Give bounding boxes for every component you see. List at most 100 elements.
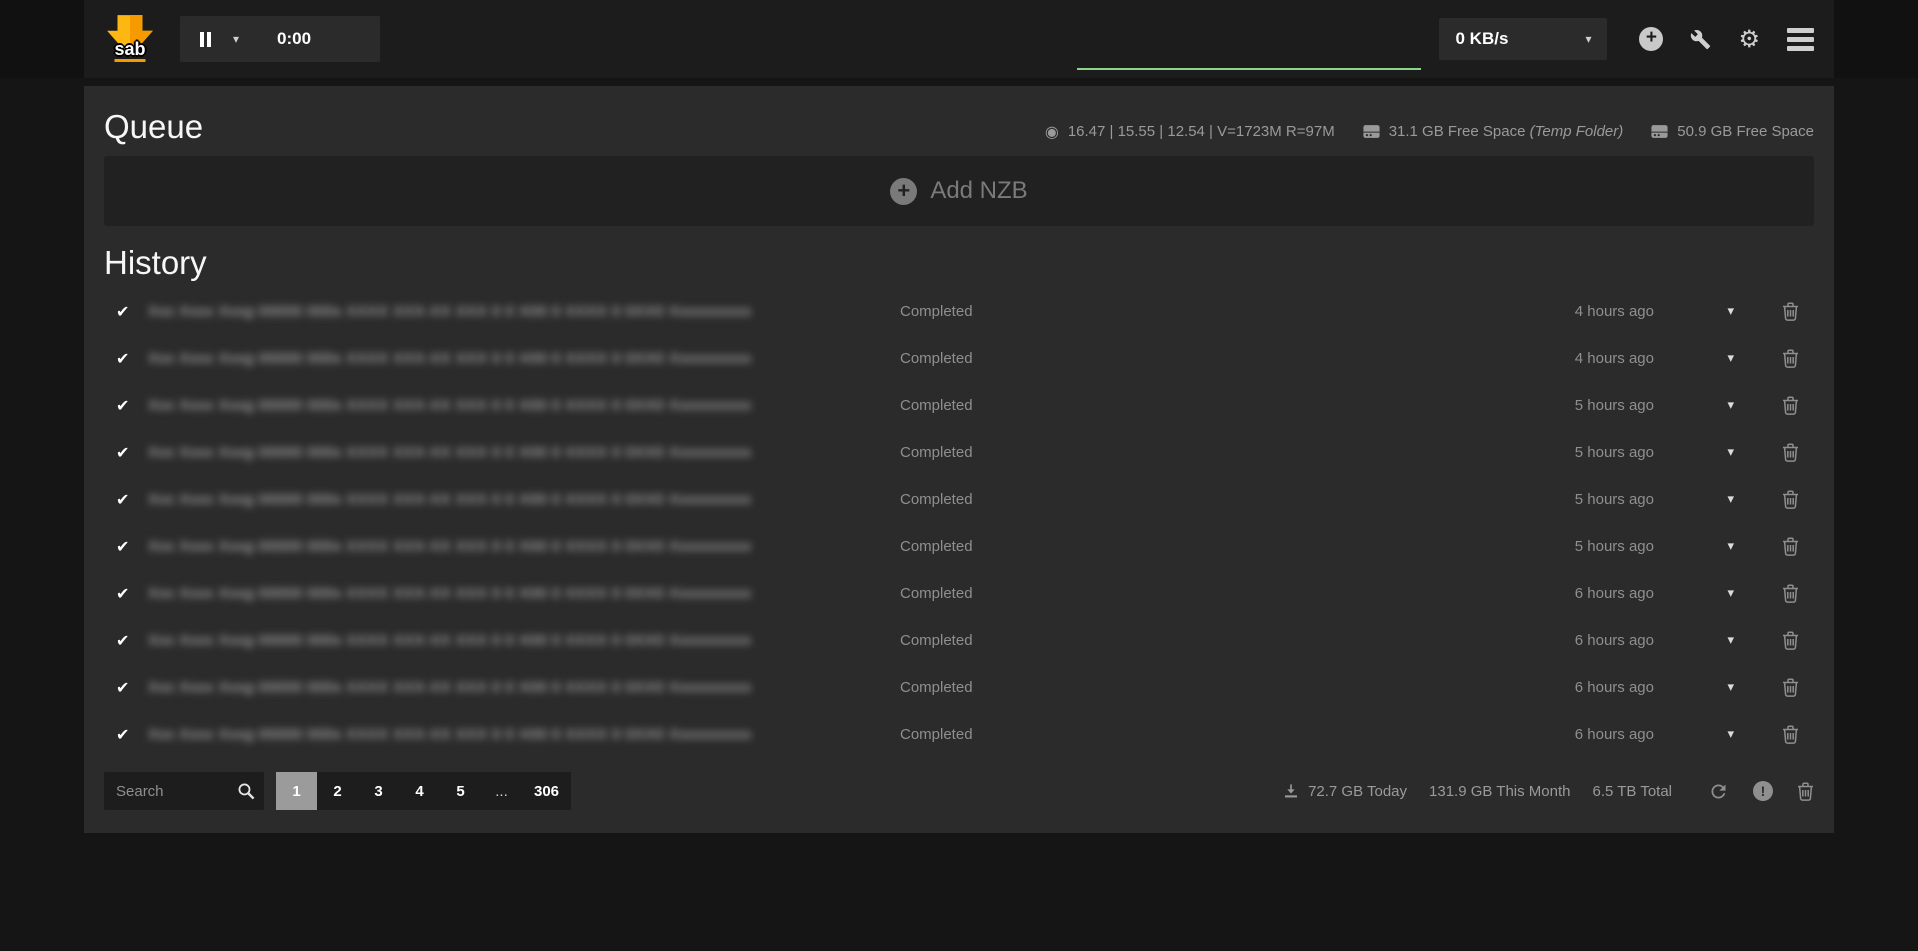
history-item-time: 5 hours ago — [1534, 444, 1654, 461]
history-item-status: Completed — [900, 585, 1534, 602]
history-row[interactable]: ✔Xxx Xxxx Xxxg 00000 000x XXXX XXX-XX XX… — [104, 523, 1814, 570]
history-item-name: Xxx Xxxx Xxxg 00000 000x XXXX XXX-XX XXX… — [148, 491, 900, 508]
history-row[interactable]: ✔Xxx Xxxx Xxxg 00000 000x XXXX XXX-XX XX… — [104, 664, 1814, 711]
temp-free-space: 31.1 GB Free Space (Temp Folder) — [1389, 123, 1624, 140]
row-delete-trash-icon[interactable] — [1766, 443, 1814, 462]
add-nzb-dropzone[interactable]: + Add NZB — [104, 156, 1814, 226]
row-expand-caret-icon[interactable]: ▾ — [1654, 398, 1766, 413]
sabnzbd-logo[interactable]: sab — [104, 10, 156, 68]
history-row[interactable]: ✔ Xxx Xxxx Xxxg 00000 000x XXXX XXX-XX XX… — [104, 335, 1814, 382]
navbar-icons: + ⚙ — [1639, 27, 1814, 51]
row-expand-caret-icon[interactable]: ▾ — [1654, 633, 1766, 648]
history-row[interactable]: ✔ Xxx Xxxx Xxxg 00000 000x XXXX XXX-XX XX… — [104, 570, 1814, 617]
search-icon[interactable] — [237, 782, 255, 805]
history-item-time: 4 hours ago — [1534, 350, 1654, 367]
pagination: 12345...306 — [276, 772, 571, 810]
history-item-name: Xxx Xxxx Xxxg 00000 000x XXXX XXX-XX XXX… — [148, 726, 900, 743]
today-stat: 72.7 GB Today — [1283, 783, 1407, 800]
history-item-time: 6 hours ago — [1534, 679, 1654, 696]
completed-check-icon: ✔ — [116, 443, 129, 462]
completed-check-icon: ✔ — [116, 537, 129, 556]
speed-stats-text: 16.47 | 15.55 | 12.54 | V=1723M R=97M — [1068, 123, 1335, 140]
info-exclamation-icon[interactable]: ! — [1753, 781, 1773, 801]
history-item-name: Xxx Xxxx Xxxg 00000 000x XXXX XXX-XX XXX… — [148, 632, 900, 649]
row-expand-caret-icon[interactable]: ▾ — [1654, 680, 1766, 695]
wrench-icon[interactable] — [1690, 29, 1711, 50]
row-expand-caret-icon[interactable]: ▾ — [1654, 445, 1766, 460]
queue-stats: ◉ 16.47 | 15.55 | 12.54 | V=1723M R=97M … — [1045, 123, 1814, 146]
page-button-1[interactable]: 1 — [276, 772, 317, 810]
row-expand-caret-icon[interactable]: ▾ — [1654, 351, 1766, 366]
row-delete-trash-icon[interactable] — [1766, 349, 1814, 368]
row-delete-trash-icon[interactable] — [1766, 631, 1814, 650]
page-button-4[interactable]: 4 — [399, 772, 440, 810]
add-nzb-label: Add NZB — [930, 177, 1027, 205]
history-list: ✔ Xxx Xxxx Xxxg 00000 000x XXXX XXX-XX XX… — [104, 288, 1814, 758]
row-expand-caret-icon[interactable]: ▾ — [1654, 727, 1766, 742]
row-expand-caret-icon[interactable]: ▾ — [1654, 539, 1766, 554]
refresh-icon[interactable] — [1708, 781, 1729, 802]
page-button-5[interactable]: 5 — [440, 772, 481, 810]
row-delete-trash-icon[interactable] — [1766, 490, 1814, 509]
queue-header: Queue ◉ 16.47 | 15.55 | 12.54 | V=1723M … — [104, 94, 1814, 146]
history-item-time: 6 hours ago — [1534, 726, 1654, 743]
row-delete-trash-icon[interactable] — [1766, 584, 1814, 603]
history-item-time: 5 hours ago — [1534, 538, 1654, 555]
history-row[interactable]: ✔ Xxx Xxxx Xxxg 00000 000x XXXX XXX-XX XX… — [104, 429, 1814, 476]
history-item-status: Completed — [900, 726, 1534, 743]
history-item-time: 5 hours ago — [1534, 491, 1654, 508]
completed-check-icon: ✔ — [116, 678, 129, 697]
history-item-status: Completed — [900, 491, 1534, 508]
history-row[interactable]: ✔Xxx Xxxx Xxxg 00000 000x XXXX XXX-XX XX… — [104, 711, 1814, 758]
row-delete-trash-icon[interactable] — [1766, 725, 1814, 744]
history-item-name: Xxx Xxxx Xxxg 00000 000x XXXX XXX-XX XXX… — [148, 397, 900, 414]
history-item-time: 6 hours ago — [1534, 585, 1654, 602]
history-item-status: Completed — [900, 679, 1534, 696]
row-expand-caret-icon[interactable]: ▾ — [1654, 586, 1766, 601]
pause-dropdown-caret-icon[interactable]: ▾ — [233, 33, 239, 45]
history-item-status: Completed — [900, 303, 1534, 320]
page-ellipsis[interactable]: ... — [481, 772, 522, 810]
page-button-2[interactable]: 2 — [317, 772, 358, 810]
hamburger-menu-icon[interactable] — [1787, 28, 1814, 51]
plus-circle-icon: + — [890, 178, 917, 205]
history-item-status: Completed — [900, 350, 1534, 367]
complete-free-space: 50.9 GB Free Space — [1677, 123, 1814, 140]
pause-icon[interactable] — [200, 32, 211, 47]
page-button-306[interactable]: 306 — [522, 772, 571, 810]
history-item-name: Xxx Xxxx Xxxg 00000 000x XXXX XXX-XX XXX… — [148, 444, 900, 461]
history-stats: 72.7 GB Today 131.9 GB This Month 6.5 TB… — [1283, 781, 1814, 802]
completed-check-icon: ✔ — [116, 490, 129, 509]
speed-limit-dropdown[interactable]: 0 KB/s ▾ — [1439, 18, 1607, 60]
hdd-temp-icon — [1363, 124, 1380, 139]
current-speed: 0 KB/s — [1455, 29, 1508, 49]
purge-history-trash-icon[interactable] — [1797, 782, 1814, 801]
row-delete-trash-icon[interactable] — [1766, 537, 1814, 556]
row-delete-trash-icon[interactable] — [1766, 678, 1814, 697]
completed-check-icon: ✔ — [116, 396, 129, 415]
row-delete-trash-icon[interactable] — [1766, 396, 1814, 415]
settings-gear-icon[interactable]: ⚙ — [1738, 27, 1760, 51]
history-item-status: Completed — [900, 397, 1534, 414]
pause-control-group: ▾ 0:00 — [180, 16, 380, 62]
history-item-name: Xxx Xxxx Xxxg 00000 000x XXXX XXX-XX XXX… — [148, 350, 900, 367]
history-row[interactable]: ✔ Xxx Xxxx Xxxg 00000 000x XXXX XXX-XX XX… — [104, 476, 1814, 523]
completed-check-icon: ✔ — [116, 584, 129, 603]
top-navbar: sab ▾ 0:00 0 KB/s ▾ + ⚙ — [0, 0, 1918, 78]
completed-check-icon: ✔ — [116, 349, 129, 368]
queue-timer: 0:00 — [277, 29, 311, 49]
row-expand-caret-icon[interactable]: ▾ — [1654, 304, 1766, 319]
history-row[interactable]: ✔Xxx Xxxx Xxxg 00000 000x XXXX XXX-XX XX… — [104, 288, 1814, 335]
history-row[interactable]: ✔ Xxx Xxxx Xxxg 00000 000x XXXX XXX-XX XX… — [104, 382, 1814, 429]
speed-caret-icon: ▾ — [1585, 33, 1591, 45]
history-item-name: Xxx Xxxx Xxxg 00000 000x XXXX XXX-XX XXX… — [148, 585, 900, 602]
row-expand-caret-icon[interactable]: ▾ — [1654, 492, 1766, 507]
disc-speed-icon: ◉ — [1045, 124, 1059, 140]
page-button-3[interactable]: 3 — [358, 772, 399, 810]
history-title: History — [104, 244, 1814, 282]
logo-text: sab — [114, 40, 145, 62]
row-delete-trash-icon[interactable] — [1766, 302, 1814, 321]
add-nzb-icon[interactable]: + — [1639, 27, 1663, 51]
navbar-content: sab ▾ 0:00 0 KB/s ▾ + ⚙ — [84, 0, 1834, 78]
history-row[interactable]: ✔Xxx Xxxx Xxxg 00000 000x XXXX XXX-XX XX… — [104, 617, 1814, 664]
